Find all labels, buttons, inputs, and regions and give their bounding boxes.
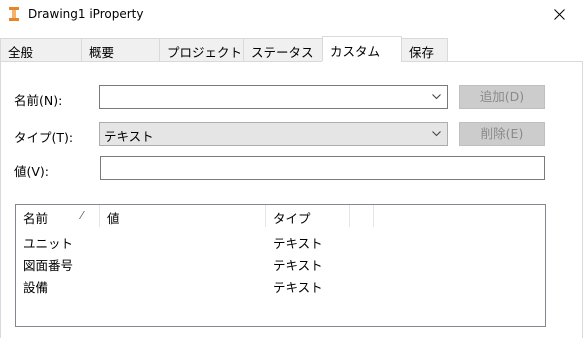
tab-label: カスタム xyxy=(330,44,381,59)
sort-icon: ⁄ xyxy=(81,209,83,222)
type-combo[interactable]: テキスト xyxy=(99,122,448,146)
tab-label: 概要 xyxy=(89,45,115,60)
chevron-down-icon xyxy=(432,131,441,137)
table-row[interactable]: 図面番号 テキスト xyxy=(16,253,545,275)
row-value xyxy=(100,231,107,233)
tab-strip: 全般 概要 プロジェクト ステータス カスタム 保存 xyxy=(0,36,583,62)
column-header-type[interactable]: タイプ xyxy=(266,205,350,227)
delete-button[interactable]: 削除(E) xyxy=(459,122,545,146)
row-type: テキスト xyxy=(273,258,323,273)
row-name: 設備 xyxy=(23,280,49,295)
value-input[interactable] xyxy=(100,156,545,180)
inventor-icon xyxy=(7,6,21,22)
table-row[interactable]: 設備 テキスト xyxy=(16,275,545,297)
value-label: 値(V): xyxy=(14,164,50,179)
row-value xyxy=(100,275,107,277)
window-title: Drawing1 iProperty xyxy=(28,7,144,21)
close-icon xyxy=(554,9,565,20)
tab-label: 保存 xyxy=(409,45,435,60)
table-row[interactable]: ユニット テキスト xyxy=(16,231,545,253)
type-label: タイプ(T): xyxy=(14,130,74,145)
tab-save[interactable]: 保存 xyxy=(401,38,448,62)
column-label: 値 xyxy=(107,211,120,226)
column-label: タイプ xyxy=(273,211,311,226)
type-combo-value: テキスト xyxy=(104,129,154,144)
column-label: 名前 xyxy=(23,211,49,226)
tab-status[interactable]: ステータス xyxy=(243,38,323,62)
row-name: 図面番号 xyxy=(23,258,74,273)
column-header-name[interactable]: 名前 ⁄ xyxy=(16,205,100,227)
add-button[interactable]: 追加(D) xyxy=(459,85,545,109)
row-type: テキスト xyxy=(273,236,323,251)
column-header-value[interactable]: 値 xyxy=(100,205,266,227)
title-bar: Drawing1 iProperty xyxy=(0,0,583,30)
row-type: テキスト xyxy=(273,280,323,295)
chevron-down-icon xyxy=(432,94,441,100)
list-header: 名前 ⁄ 値 タイプ xyxy=(16,205,545,227)
tab-general[interactable]: 全般 xyxy=(0,38,82,62)
name-combo[interactable] xyxy=(99,85,448,109)
tab-project[interactable]: プロジェクト xyxy=(159,38,244,62)
row-name: ユニット xyxy=(23,236,74,251)
tab-summary[interactable]: 概要 xyxy=(81,38,160,62)
tab-label: プロジェクト xyxy=(167,45,243,60)
tab-label: 全般 xyxy=(8,45,34,60)
property-list[interactable]: 名前 ⁄ 値 タイプ ユニット テキスト 図面番号 テキスト 設備 テキスト xyxy=(15,204,546,327)
column-header-extra[interactable] xyxy=(350,205,374,227)
tab-label: ステータス xyxy=(251,45,314,60)
name-label: 名前(N): xyxy=(14,93,63,108)
tab-custom[interactable]: カスタム xyxy=(322,36,402,62)
close-button[interactable] xyxy=(537,0,583,30)
row-value xyxy=(100,253,107,255)
